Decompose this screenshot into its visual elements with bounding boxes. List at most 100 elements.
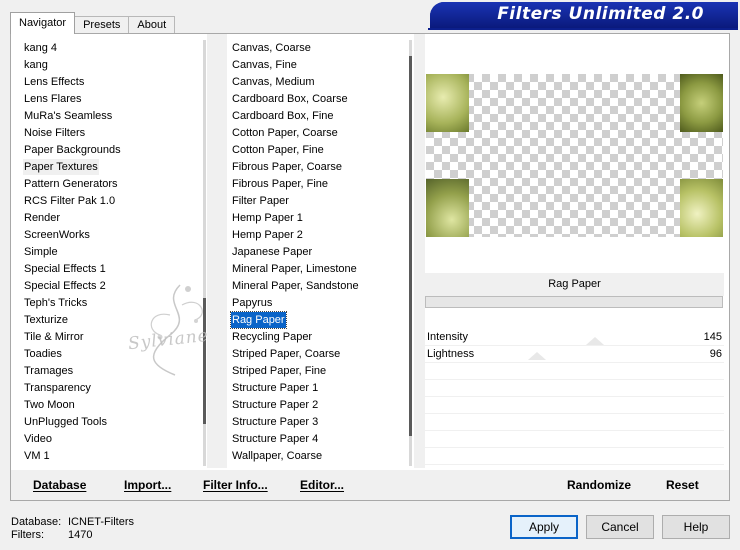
list-item-label: Cotton Paper, Fine [232, 144, 324, 156]
preview-texture-tile [426, 74, 469, 132]
list-item[interactable]: Transparency [19, 380, 197, 397]
list-item[interactable]: Structure Paper 2 [227, 397, 407, 414]
import-button[interactable]: Import... [124, 478, 171, 492]
list-item[interactable]: Noise Filters [19, 125, 197, 142]
list-item[interactable]: Striped Paper, Coarse [227, 346, 407, 363]
list-item[interactable]: Special Effects 1 [19, 261, 197, 278]
list-separator [414, 34, 425, 468]
list-item[interactable]: Structure Paper 1 [227, 380, 407, 397]
list-item[interactable]: Canvas, Fine [227, 57, 407, 74]
list-item[interactable]: Cotton Paper, Coarse [227, 125, 407, 142]
slider-marker-icon [586, 337, 604, 345]
list-item[interactable]: kang [19, 57, 197, 74]
list-item[interactable]: Cardboard Box, Coarse [227, 91, 407, 108]
preview-texture-tile [680, 179, 723, 237]
list-item-label: Special Effects 1 [24, 263, 106, 275]
list-item[interactable]: Tramages [19, 363, 197, 380]
param-slot-empty [425, 414, 724, 431]
list-item-label: Structure Paper 4 [232, 433, 319, 445]
filter-info-button[interactable]: Filter Info... [203, 478, 268, 492]
list-item-label: Canvas, Coarse [232, 42, 311, 54]
list-item-label: UnPlugged Tools [24, 416, 107, 428]
list-item[interactable]: Special Effects 2 [19, 278, 197, 295]
list-item-label: Tramages [24, 365, 74, 377]
list-item[interactable]: Mineral Paper, Limestone [227, 261, 407, 278]
list-item[interactable]: Papyrus [227, 295, 407, 312]
category-list[interactable]: kang 4 kang Lens Effects Lens Flares MuRa's … [19, 40, 197, 466]
list-item[interactable]: UnPlugged Tools [19, 414, 197, 431]
list-item[interactable]: Fibrous Paper, Fine [227, 176, 407, 193]
list-item[interactable]: Filter Paper [227, 193, 407, 210]
randomize-button[interactable]: Randomize [567, 478, 631, 492]
status-database-value: ICNET-Filters [68, 516, 134, 528]
list-item[interactable]: Structure Paper 4 [227, 431, 407, 448]
list-item[interactable]: Render [19, 210, 197, 227]
list-item-label: kang [24, 59, 48, 71]
cancel-button[interactable]: Cancel [586, 515, 654, 539]
list-item[interactable]: Cardboard Box, Fine [227, 108, 407, 125]
category-scroll-thumb[interactable] [203, 298, 206, 424]
param-intensity[interactable]: Intensity 145 [425, 329, 724, 346]
list-item[interactable]: kang 4 [19, 40, 197, 57]
list-item[interactable]: Teph's Tricks [19, 295, 197, 312]
list-item[interactable]: Fibrous Paper, Coarse [227, 159, 407, 176]
list-item-label: Special Effects 2 [24, 280, 106, 292]
list-item-label: Cotton Paper, Coarse [232, 127, 338, 139]
param-value: 145 [703, 331, 722, 343]
list-item[interactable]: Canvas, Coarse [227, 40, 407, 57]
list-item-label: Paper Textures [23, 159, 99, 175]
list-item-label: Noise Filters [24, 127, 86, 139]
help-button[interactable]: Help [662, 515, 730, 539]
list-item[interactable]: Texturize [19, 312, 197, 329]
list-item[interactable]: RCS Filter Pak 1.0 [19, 193, 197, 210]
list-item[interactable]: Two Moon [19, 397, 197, 414]
param-slot-empty [425, 363, 724, 380]
list-item[interactable]: Japanese Paper [227, 244, 407, 261]
status-filters-value: 1470 [68, 529, 93, 541]
list-item[interactable]: Rag Paper [227, 311, 407, 329]
list-item[interactable]: Lens Effects [19, 74, 197, 91]
tab-presets[interactable]: Presets [74, 16, 130, 34]
list-item[interactable]: Mineral Paper, Sandstone [227, 278, 407, 295]
banner-underline [428, 28, 738, 30]
list-item[interactable]: Paper Backgrounds [19, 142, 197, 159]
preview-transparency-grid [426, 74, 723, 237]
title-banner: Filters Unlimited 2.0 [430, 2, 738, 28]
list-item[interactable]: Wallpaper, Coarse [227, 448, 407, 465]
filter-scroll-thumb[interactable] [409, 56, 412, 436]
param-label: Lightness [427, 348, 475, 360]
list-item-label: Mineral Paper, Limestone [232, 263, 357, 275]
list-item-label: VM 1 [24, 450, 50, 462]
database-button[interactable]: Database [33, 478, 86, 492]
list-item-label: Two Moon [24, 399, 75, 411]
param-value: 96 [709, 348, 722, 360]
param-label: Intensity [427, 331, 468, 343]
list-item[interactable]: Cotton Paper, Fine [227, 142, 407, 159]
param-lightness[interactable]: Lightness 96 [425, 346, 724, 363]
list-item[interactable]: Paper Textures [19, 159, 197, 176]
list-item[interactable]: MuRa's Seamless [19, 108, 197, 125]
list-item[interactable]: Recycling Paper [227, 329, 407, 346]
filter-list[interactable]: Canvas, Coarse Canvas, Fine Canvas, Medium… [227, 40, 407, 466]
list-item[interactable]: Simple [19, 244, 197, 261]
list-item[interactable]: ScreenWorks [19, 227, 197, 244]
list-item[interactable]: Hemp Paper 2 [227, 227, 407, 244]
list-item-label: Texturize [24, 314, 69, 326]
list-item[interactable]: VM 1 [19, 448, 197, 465]
list-item-label: Fibrous Paper, Coarse [232, 161, 343, 173]
reset-button[interactable]: Reset [666, 478, 699, 492]
list-item[interactable]: Striped Paper, Fine [227, 363, 407, 380]
tab-navigator[interactable]: Navigator [10, 12, 76, 34]
apply-button[interactable]: Apply [510, 515, 578, 539]
tab-about[interactable]: About [128, 16, 176, 34]
list-item[interactable]: Pattern Generators [19, 176, 197, 193]
list-item-label: Lens Flares [24, 93, 82, 105]
category-list-scrollbar[interactable] [203, 40, 206, 466]
list-item[interactable]: Lens Flares [19, 91, 197, 108]
list-item[interactable]: Video [19, 431, 197, 448]
list-item[interactable]: Hemp Paper 1 [227, 210, 407, 227]
filter-list-scrollbar[interactable] [409, 40, 412, 466]
editor-button[interactable]: Editor... [300, 478, 344, 492]
list-item[interactable]: Canvas, Medium [227, 74, 407, 91]
list-item[interactable]: Structure Paper 3 [227, 414, 407, 431]
